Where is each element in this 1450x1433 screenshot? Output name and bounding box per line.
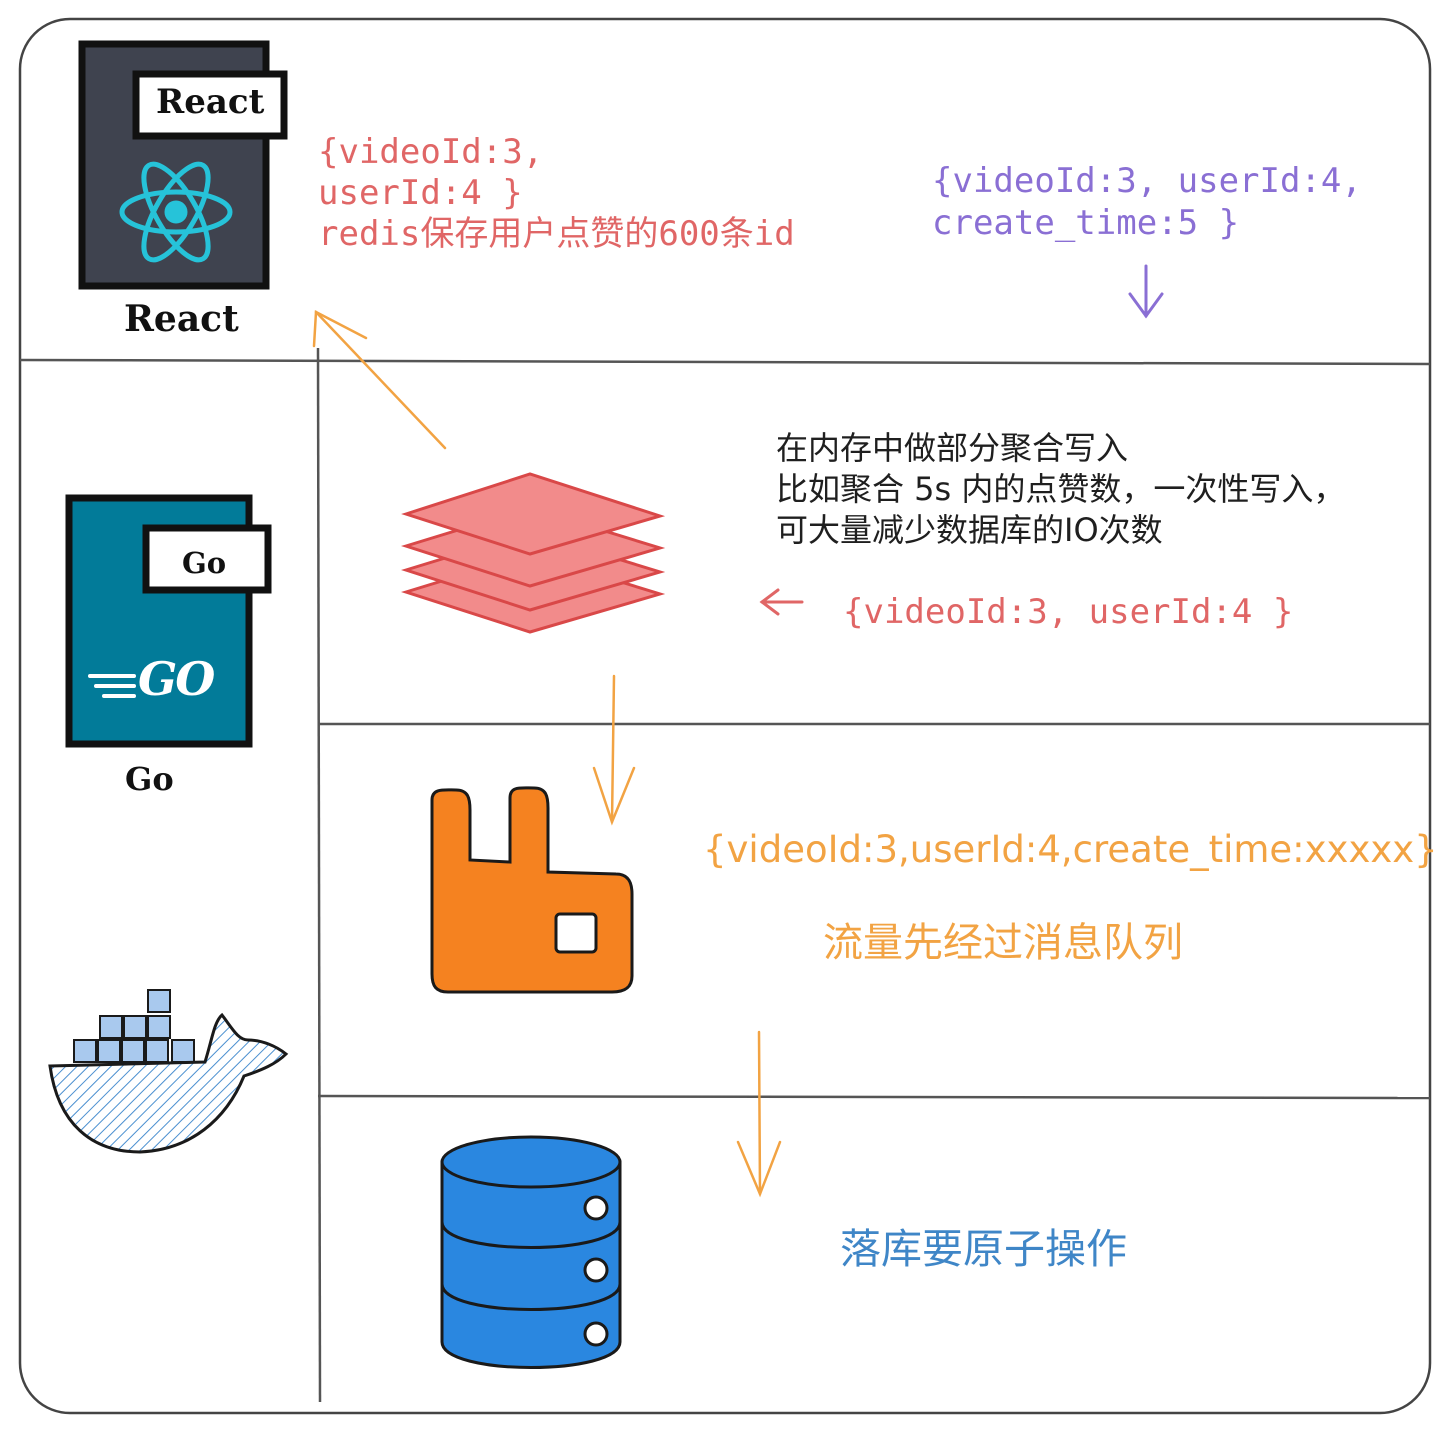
go-badge-label: Go: [182, 546, 227, 580]
divider-top: [19, 358, 1431, 366]
docker-whale-icon: [48, 989, 289, 1154]
go-caption: Go: [125, 760, 174, 798]
database-note: 落库要原子操作: [840, 1225, 1127, 1273]
redis-note-line2: userId:4 }: [318, 173, 523, 213]
purple-note: {videoId:3, userId:4, create_time:5 }: [932, 160, 1362, 244]
aggregation-note-line1: 在内存中做部分聚合写入: [776, 429, 1129, 467]
purple-note-line1: {videoId:3, userId:4,: [932, 161, 1362, 201]
redis-note-line3: redis保存用户点赞的600条id: [318, 214, 795, 254]
queue-payload-label: {videoId:3,userId:4,create_time:xxxxx}: [703, 828, 1438, 871]
divider-vertical: [316, 347, 322, 1403]
divider-low: [317, 1094, 1431, 1100]
rabbitmq-icon: [430, 786, 634, 994]
aggregation-note-line2: 比如聚合 5s 内的点赞数，一次性写入，: [776, 470, 1346, 508]
cache-input-label: {videoId:3, userId:4 }: [843, 592, 1294, 632]
stacked-layers-icon: [401, 472, 666, 634]
aggregation-note-line3: 可大量减少数据库的IO次数: [776, 511, 1163, 549]
database-cylinder-icon: [440, 1135, 622, 1369]
arrow-cache-to-react: [312, 310, 447, 450]
aggregation-note: 在内存中做部分聚合写入 比如聚合 5s 内的点赞数，一次性写入， 可大量减少数据…: [776, 428, 1345, 551]
go-card: [65, 494, 272, 748]
redis-note: {videoId:3, userId:4 } redis保存用户点赞的600条i…: [318, 132, 795, 255]
go-logo-text: GO: [138, 652, 215, 706]
arrow-red-left: [759, 588, 804, 616]
arrow-cache-to-queue: [592, 674, 636, 826]
react-badge-label: React: [156, 82, 265, 122]
react-caption: React: [124, 298, 239, 340]
purple-note-line2: create_time:5 }: [932, 203, 1240, 243]
arrow-queue-to-db: [736, 1030, 782, 1198]
redis-note-line1: {videoId:3,: [318, 132, 544, 172]
queue-note: 流量先经过消息队列: [823, 920, 1183, 966]
architecture-diagram: { "react_panel": { "badge": "React", "ca…: [0, 0, 1450, 1433]
arrow-purple-down: [1128, 264, 1164, 319]
react-card: [78, 40, 288, 290]
